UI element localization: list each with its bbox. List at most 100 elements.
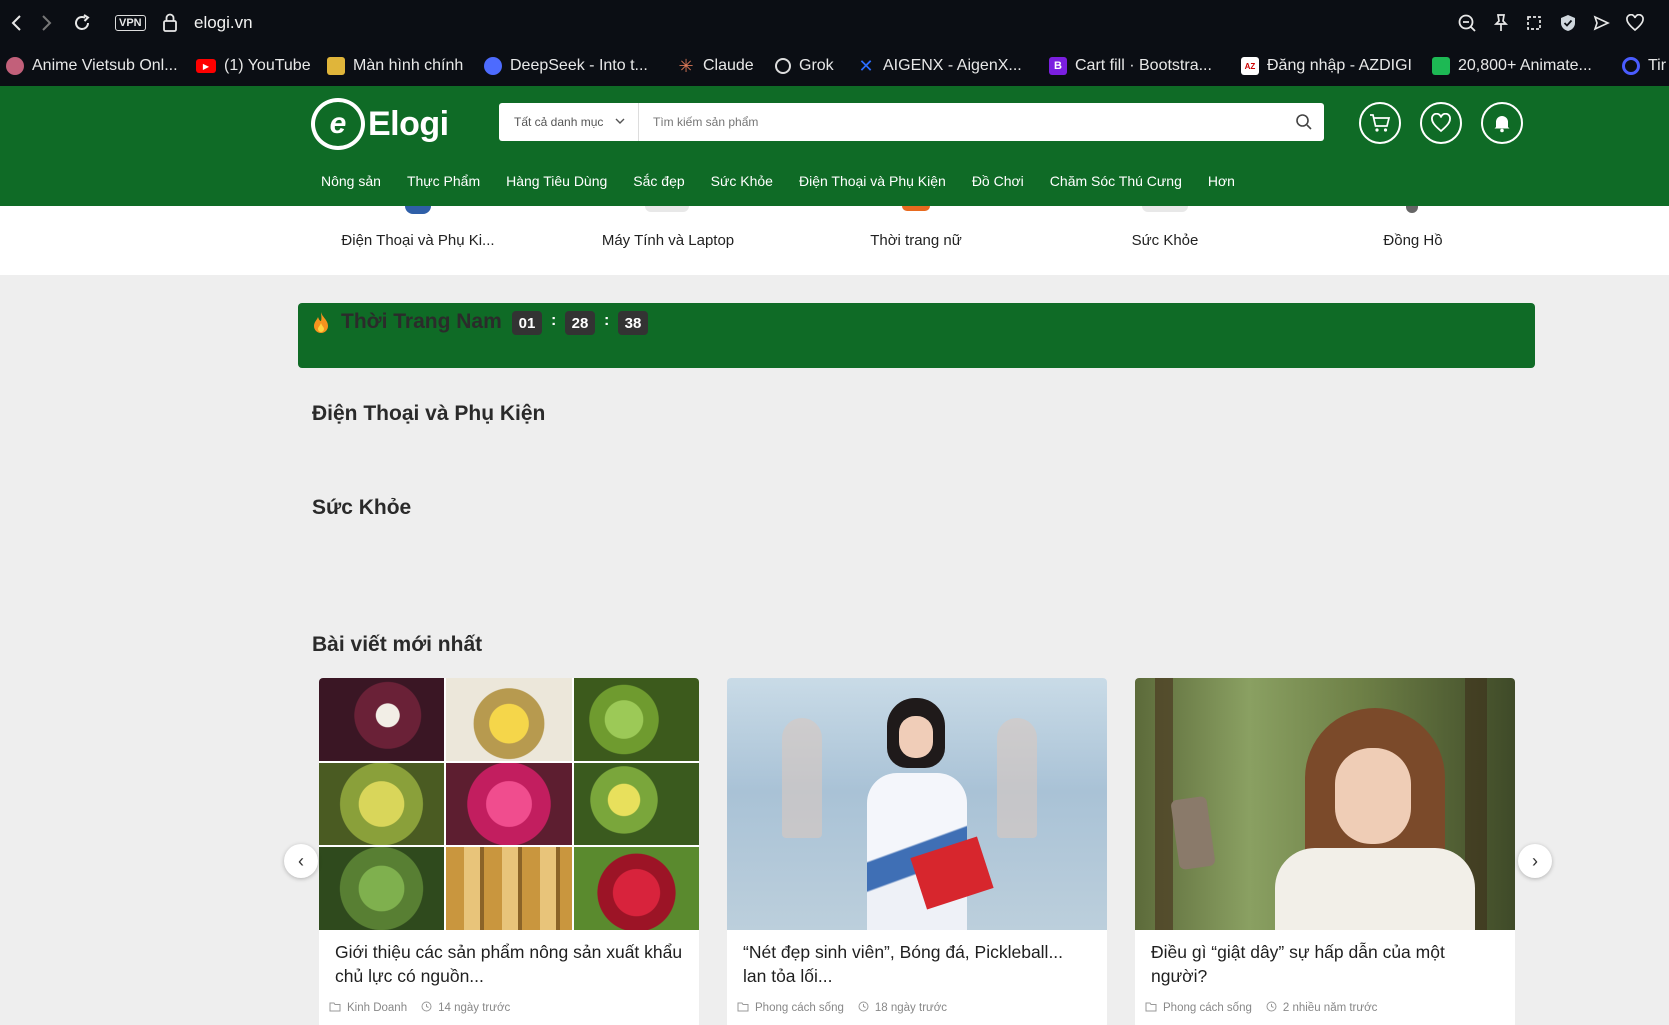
blog-card[interactable]: Điều gì “giật dây” sự hấp dẫn của một ng… — [1135, 678, 1515, 1025]
nav-item[interactable]: Sức Khỏe — [711, 173, 773, 189]
blog-card[interactable]: “Nét đẹp sinh viên”, Bóng đá, Pickleball… — [727, 678, 1107, 1025]
post-image — [727, 678, 1107, 930]
post-time: 14 ngày trước — [438, 1002, 511, 1014]
blog-card[interactable]: Giới thiệu các sản phẩm nông sản xuất kh… — [319, 678, 699, 1025]
main-nav: Nông sản Thực Phẩm Hàng Tiêu Dùng Sắc đẹ… — [321, 173, 1261, 189]
post-time: 2 nhiều năm trước — [1282, 1002, 1378, 1014]
countdown-minutes: 28 — [565, 311, 595, 335]
category-item[interactable]: Thời trang nữ — [796, 232, 1036, 249]
forward-icon[interactable] — [35, 11, 59, 35]
bookmark-item[interactable]: DeepSeek - Into t... — [484, 55, 648, 77]
bookmark-item[interactable]: ✕ AIGENX - AigenX... — [857, 55, 1021, 77]
notification-button[interactable] — [1481, 102, 1523, 144]
post-category[interactable]: Phong cách sống — [755, 1002, 844, 1014]
nav-item[interactable]: Thực Phẩm — [407, 173, 480, 189]
bookmark-item[interactable]: Tir — [1622, 55, 1666, 77]
countdown-seconds: 38 — [618, 311, 648, 335]
bookmark-item[interactable]: 20,800+ Animate... — [1432, 55, 1592, 77]
category-item[interactable]: Sức Khỏe — [1045, 232, 1285, 249]
shield-icon[interactable] — [1556, 11, 1580, 35]
nav-item[interactable]: Hơn — [1208, 173, 1235, 189]
bookmark-item[interactable]: AZ Đăng nhập - AZDIGI — [1241, 55, 1412, 77]
post-meta: Phong cách sống 18 ngày trước — [737, 1001, 947, 1015]
post-category[interactable]: Phong cách sống — [1163, 1002, 1252, 1014]
nav-item[interactable]: Chăm Sóc Thú Cưng — [1050, 173, 1182, 189]
address-bar[interactable]: elogi.vn — [194, 13, 253, 33]
category-image — [645, 206, 689, 212]
section-title-health: Sức Khỏe — [312, 496, 412, 519]
post-title[interactable]: Điều gì “giật dây” sự hấp dẫn của một ng… — [1135, 930, 1515, 988]
anime-icon — [6, 57, 24, 75]
flash-sale-title: Thời Trang Nam — [341, 310, 502, 333]
search-bookmark-icon — [1622, 57, 1640, 75]
category-image — [1142, 206, 1188, 212]
post-image — [319, 678, 699, 930]
zoom-out-icon[interactable] — [1455, 11, 1479, 35]
bookmark-label: Claude — [703, 57, 754, 74]
section-title-phones: Điện Thoại và Phụ Kiện — [312, 402, 546, 425]
bookmark-label: (1) YouTube — [224, 57, 311, 74]
heart-icon[interactable] — [1623, 11, 1647, 35]
search-input[interactable] — [639, 103, 1284, 141]
post-time: 18 ngày trước — [874, 1002, 948, 1014]
vpn-badge[interactable]: VPN — [115, 15, 146, 31]
nav-item[interactable]: Điện Thoại và Phụ Kiện — [799, 173, 946, 189]
carousel-next-button[interactable]: › — [1518, 844, 1552, 878]
logo-mark: e — [311, 98, 365, 150]
bookmark-label: Grok — [799, 57, 834, 74]
bootstrap-icon: B — [1049, 57, 1067, 75]
bookmark-item[interactable]: Grok — [775, 55, 834, 77]
chevron-down-icon — [615, 117, 625, 128]
bookmarks-bar: Anime Vietsub Onl... ▶ (1) YouTube Màn h… — [0, 46, 1669, 86]
bookmark-label: Màn hình chính — [353, 57, 464, 74]
pin-icon[interactable] — [1489, 11, 1513, 35]
folder-icon — [1145, 1002, 1157, 1015]
countdown-separator: : — [551, 312, 557, 329]
heart-icon — [1431, 113, 1451, 133]
lock-icon[interactable] — [158, 11, 182, 35]
post-meta: Kinh Doanh 14 ngày trước — [329, 1001, 510, 1015]
wishlist-button[interactable] — [1420, 102, 1462, 144]
category-item[interactable]: Máy Tính và Laptop — [548, 232, 788, 249]
nav-item[interactable]: Sắc đẹp — [633, 173, 684, 189]
send-icon[interactable] — [1589, 11, 1613, 35]
nav-item[interactable]: Nông sản — [321, 173, 381, 189]
category-strip: Điện Thoại và Phụ Ki... Máy Tính và Lapt… — [0, 206, 1669, 275]
category-select[interactable]: Tất cả danh mục — [499, 103, 639, 141]
bookmark-item[interactable]: ▶ (1) YouTube — [196, 55, 311, 77]
bookmark-label: Đăng nhập - AZDIGI — [1267, 57, 1412, 74]
category-image — [1406, 206, 1418, 213]
site-logo[interactable]: e Elogi — [311, 98, 449, 150]
category-item[interactable]: Đồng Hồ — [1293, 232, 1533, 249]
bookmark-label: Anime Vietsub Onl... — [32, 57, 178, 74]
folder-icon — [737, 1002, 749, 1015]
bookmark-label: Cart fill · Bootstra... — [1075, 57, 1212, 74]
nav-item[interactable]: Hàng Tiêu Dùng — [506, 173, 607, 189]
aigenx-icon: ✕ — [858, 55, 874, 76]
post-title[interactable]: Giới thiệu các sản phẩm nông sản xuất kh… — [319, 930, 699, 988]
reload-icon[interactable] — [70, 11, 94, 35]
back-icon[interactable] — [4, 11, 28, 35]
chevron-right-icon: › — [1532, 850, 1538, 871]
category-image — [902, 206, 930, 211]
search-icon[interactable] — [1284, 103, 1324, 141]
azdigi-icon: AZ — [1241, 57, 1259, 75]
home-screen-icon — [327, 57, 345, 75]
browser-toolbar: VPN elogi.vn — [0, 0, 1669, 46]
post-category[interactable]: Kinh Doanh — [347, 1002, 407, 1014]
category-item[interactable]: Điện Thoại và Phụ Ki... — [298, 232, 538, 249]
bookmark-item[interactable]: Anime Vietsub Onl... — [6, 55, 178, 77]
folder-icon — [329, 1002, 341, 1015]
bookmark-label: Tir — [1648, 57, 1667, 74]
nav-item[interactable]: Đồ Chơi — [972, 173, 1024, 189]
bookmark-item[interactable]: B Cart fill · Bootstra... — [1049, 55, 1212, 77]
screenshot-icon[interactable] — [1522, 11, 1546, 35]
bookmark-item[interactable]: ✳ Claude — [677, 55, 754, 77]
deepseek-icon — [484, 57, 502, 75]
cart-button[interactable] — [1359, 102, 1401, 144]
countdown-separator: : — [604, 312, 610, 329]
bookmark-item[interactable]: Màn hình chính — [327, 55, 463, 77]
post-title[interactable]: “Nét đẹp sinh viên”, Bóng đá, Pickleball… — [727, 930, 1107, 988]
carousel-prev-button[interactable]: ‹ — [284, 844, 318, 878]
clock-icon — [858, 1001, 869, 1015]
